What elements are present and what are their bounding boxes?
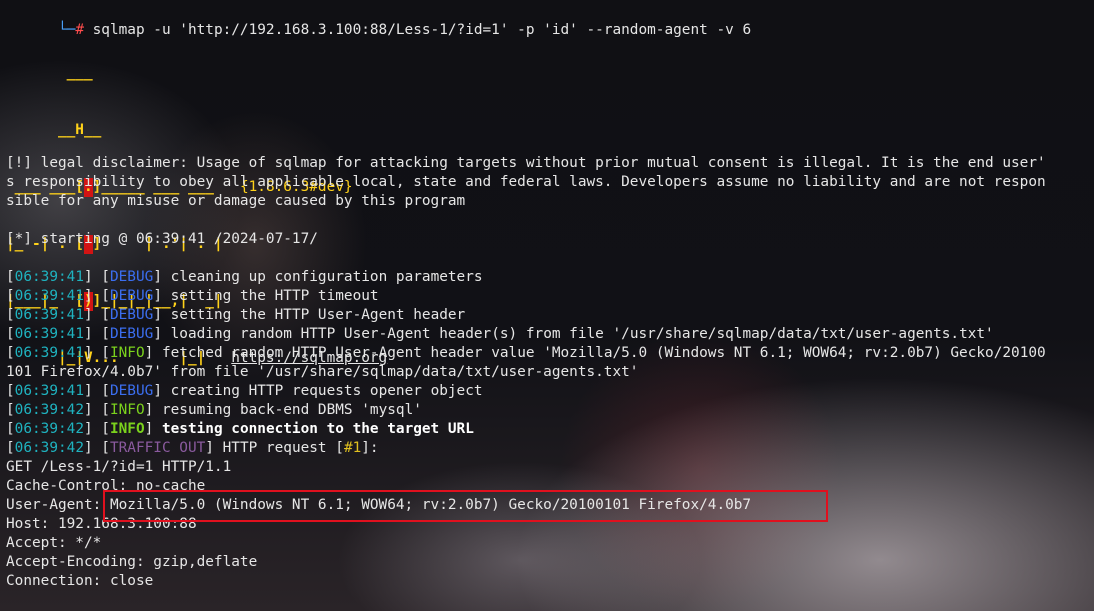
request-line: Connection: close xyxy=(6,573,154,589)
log-line: [06:39:42] [INFO] testing connection to … xyxy=(6,421,474,437)
log-line: [06:39:41] [DEBUG] cleaning up configura… xyxy=(6,269,483,285)
log-line: [06:39:41] [INFO] fetched random HTTP Us… xyxy=(6,345,1046,361)
request-line: Accept-Encoding: gzip,deflate xyxy=(6,554,258,570)
log-line: [06:39:41] [DEBUG] loading random HTTP U… xyxy=(6,326,994,342)
log-line: [06:39:42] [TRAFFIC OUT] HTTP request [#… xyxy=(6,440,379,456)
disclaimer-line: [!] legal disclaimer: Usage of sqlmap fo… xyxy=(6,155,1046,171)
disclaimer-line: s responsibility to obey all applicable … xyxy=(6,174,1046,190)
starting-line: [*] starting @ 06:39:41 /2024-07-17/ xyxy=(6,231,318,247)
log-line: [06:39:42] [INFO] resuming back-end DBMS… xyxy=(6,402,422,418)
terminal-window[interactable]: └─# sqlmap -u 'http://192.168.3.100:88/L… xyxy=(0,0,1094,611)
log-line: [06:39:41] [DEBUG] setting the HTTP time… xyxy=(6,288,379,304)
log-line-wrap: 101 Firefox/4.0b7' from file '/usr/share… xyxy=(6,364,639,380)
user-agent-highlight-box xyxy=(103,490,828,522)
request-line: GET /Less-1/?id=1 HTTP/1.1 xyxy=(6,459,232,475)
request-line: Accept: */* xyxy=(6,535,102,551)
log-line: [06:39:41] [DEBUG] creating HTTP request… xyxy=(6,383,483,399)
disclaimer-line: sible for any misuse or damage caused by… xyxy=(6,193,466,209)
log-line: [06:39:41] [DEBUG] setting the HTTP User… xyxy=(6,307,466,323)
